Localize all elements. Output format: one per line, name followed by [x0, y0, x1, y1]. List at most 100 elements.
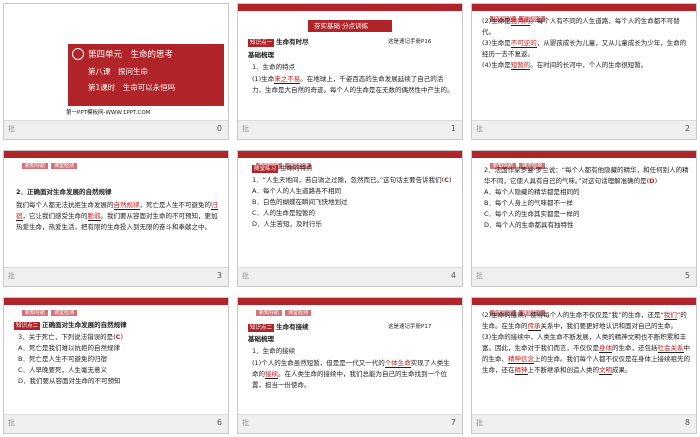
- answer-blank: 个体生命: [384, 359, 411, 368]
- slide-thumbnail-1[interactable]: 夯实基础·分点训练 知识点一 生命有时尽 这是速记手册P16 基础梳理 1．生命…: [237, 3, 463, 140]
- option-a: A．每个人隐藏的精华都是相同的: [484, 188, 580, 196]
- text-run: 命的: [252, 370, 265, 378]
- text-run: ): [654, 177, 658, 185]
- option-b: B．死亡是人生不可避免的归宿: [18, 355, 107, 363]
- sub-heading: 基础梳理: [248, 335, 274, 343]
- slide-thumbnail-7[interactable]: 新知导航 课堂检测 知识点二 生命有接续 这是速记手册P17 基础梳理 1．生命的…: [237, 297, 463, 434]
- text-run: 担当一份使命。: [265, 381, 311, 389]
- answer-blank: 自然规律: [113, 201, 140, 210]
- slide-preview: 新知导航 课堂检测 2．正确面对生命发展的自然规律 我们每个人都无法抗拒生命发展的…: [4, 151, 228, 268]
- point-title: 1．生命的特点: [252, 63, 296, 71]
- slide-thumbnail-6[interactable]: 新知导航 课堂检测 知识点二 正确面对生命发展的自然规律 3．关于死亡，下列说法错…: [3, 297, 229, 434]
- slide-caption: 批 4: [238, 267, 462, 286]
- section-tag: 知识点二: [248, 324, 275, 332]
- text-run: (2)生命的接续，使得每个人的生命不仅仅是“我”的生命，还是“: [482, 311, 664, 319]
- slide-number: 4: [450, 271, 456, 280]
- slide-thumbnail-8[interactable]: 新知导航 课堂检测 (2)生命的接续，使得每个人的生命不仅仅是“我”的生命，还是“…: [471, 297, 697, 434]
- point-title: 2．正确面对生命发展的自然规律: [16, 188, 112, 196]
- section-heading: 生命有接续: [276, 323, 309, 331]
- unit-circle-icon: [72, 48, 84, 60]
- annotation-label: 批: [476, 125, 483, 133]
- answer-blank: 来之不易: [274, 75, 301, 84]
- text-run: 。在时间的长河中，个人的生命很短暂。: [530, 61, 648, 69]
- text-run: (3)生命是: [482, 39, 511, 47]
- text-run: ，死亡是人生不可避: [139, 201, 199, 209]
- text-run: (1)个人的生命虽然短暂，但是是一代又一代的: [252, 359, 385, 367]
- text-run: ，它让我们感受生命的: [22, 212, 88, 220]
- slide-preview: 第四单元 生命的思考 第八课 探问生命 第1课时 生命可以永恒吗 第一PPT模板…: [4, 4, 228, 121]
- option-d: D．每个人的生命都具有独特性: [484, 221, 574, 229]
- top-bar: [238, 4, 462, 11]
- nav-tab[interactable]: 新知导航: [22, 310, 49, 316]
- annotation-label: 批: [476, 272, 483, 280]
- text-run: 免的: [198, 201, 211, 209]
- answer-blank: 身体: [599, 344, 612, 353]
- slide-number: 1: [450, 124, 456, 133]
- slide-thumbnail-0[interactable]: 第四单元 生命的思考 第八课 探问生命 第1课时 生命可以永恒吗 第一PPT模板…: [3, 3, 229, 140]
- option-a: A．每个人的人生道路各不相同: [252, 187, 341, 195]
- text-run: 我们每个人都无法抗拒生命发展的: [16, 201, 114, 209]
- text-run: ): [120, 333, 123, 341]
- answer-blank: 短暂的: [510, 61, 531, 70]
- slide-preview: 新知导航 课堂检测 知识点二 正确面对生命发展的自然规律 3．关于死亡，下列说法错…: [4, 298, 228, 415]
- banner-text: 夯实基础·分点训练: [314, 22, 369, 30]
- option-d: D．人生苦短，及时行乐: [252, 220, 323, 228]
- slide-caption: 批 7: [238, 414, 462, 433]
- slide-caption: 批 2: [472, 120, 696, 139]
- slide-preview: 新知导航 课堂检测 (2)生命是独特的。每个人有不同的人生道路，每个人的生命都不可…: [472, 4, 696, 121]
- nav-tab[interactable]: 课堂检测: [51, 163, 78, 169]
- slide-number: 6: [216, 418, 222, 427]
- option-c: C．人的生命是短暂的: [252, 209, 316, 217]
- slide-thumbnail-4[interactable]: 新知导航课堂检测 随堂练习 生命的特点 1．“人生天地间，若白驹之过隙，忽然而已…: [237, 150, 463, 287]
- slide-caption: 批 6: [4, 414, 228, 433]
- annotation-label: 批: [476, 419, 483, 427]
- slide-thumbnail-2[interactable]: 新知导航 课堂检测 (2)生命是独特的。每个人有不同的人生道路，每个人的生命都不可…: [471, 3, 697, 140]
- annotation-label: 批: [8, 125, 15, 133]
- slide-caption: 批 3: [4, 267, 228, 286]
- text-run: ，从婴孩成长为儿童，又从儿童成长为少年，生: [536, 39, 674, 47]
- option-b: B．白色的蝴蝶在瞬间飞快地划过: [252, 198, 348, 206]
- text-run: (1)生命: [252, 75, 275, 83]
- slide-thumbnail-5[interactable]: 新知导航 课堂检测 2．法国作家罗曼·罗兰说：“每个人都有他隐藏的精华，和任何别人…: [471, 150, 697, 287]
- question-text: 3．关于死亡，下列说法错误的是(: [18, 333, 116, 341]
- text-run: 关系中，我们要更好地认识和面对自己的生命。: [540, 322, 678, 330]
- question-text: 1．“人生天地间，若白驹之过隙，忽然而已。”这句话主要告诉我们(: [252, 176, 445, 184]
- slide-number: 0: [216, 124, 222, 133]
- text-run: 。在地球上，千姿百态的生命发展: [300, 75, 398, 83]
- slide-number: 2: [684, 124, 690, 133]
- slide-preview: 新知导航 课堂检测 知识点二 生命有接续 这是速记手册P17 基础梳理 1．生命的…: [238, 298, 462, 415]
- section-tag: 知识点二: [14, 322, 41, 330]
- answer-blank: 传承: [527, 322, 541, 331]
- section-tag: 知识点一: [248, 39, 275, 47]
- slide-number: 8: [684, 418, 690, 427]
- option-d: D．我们要从容面对生命的不可预知: [18, 377, 121, 385]
- text-run: (3)生命的接续中，人类生命不断发展，人类的精神文明也不断积累: [482, 333, 674, 341]
- section-heading: 生命有时尽: [276, 38, 309, 46]
- nav-tab[interactable]: 课堂检测: [285, 310, 312, 316]
- nav-tab[interactable]: 新知导航: [256, 310, 283, 316]
- text-run: 代。: [482, 28, 495, 36]
- cover-lesson: 第八课 探问生命: [88, 67, 148, 76]
- slide-preview: 夯实基础·分点训练 知识点一 生命有时尽 这是速记手册P16 基础梳理 1．生命…: [238, 4, 462, 121]
- annotation-label: 批: [242, 125, 249, 133]
- nav-tabs: 新知导航课堂检测: [22, 299, 80, 318]
- slide-number: 5: [684, 271, 690, 280]
- slide-thumbnail-3[interactable]: 新知导航 课堂检测 2．正确面对生命发展的自然规律 我们每个人都无法抗拒生命发展的…: [3, 150, 229, 287]
- slide-preview: 新知导航课堂检测 随堂练习 生命的特点 1．“人生天地间，若白驹之过隙，忽然而已…: [238, 151, 462, 268]
- annotation-label: 批: [242, 419, 249, 427]
- slide-number: 3: [216, 271, 222, 280]
- text-run: 上的生命。我们每个人都不仅仅是在身体上接续祖先: [534, 355, 684, 363]
- text-run: 。我们要从容面对生命的不可预知，: [100, 212, 205, 220]
- text-run: 的生命，还包括: [612, 344, 658, 352]
- answer-blank: 社会关系: [657, 344, 684, 353]
- answer-blank: 文明: [599, 366, 612, 375]
- answer-blank: 精神: [514, 366, 528, 375]
- nav-tab[interactable]: 课堂检测: [51, 310, 78, 316]
- text-run: (2)生命是: [482, 17, 511, 25]
- nav-tab[interactable]: 新知导航: [22, 163, 49, 169]
- slide-caption: 批 1: [238, 120, 462, 139]
- manual-ref: 这是速记手册P16: [388, 39, 432, 45]
- annotation-label: 批: [8, 419, 15, 427]
- text-run: 。每个人有不同的人生道路，每个人的生命都不可替: [530, 17, 680, 25]
- slide-caption: 批 8: [472, 414, 696, 433]
